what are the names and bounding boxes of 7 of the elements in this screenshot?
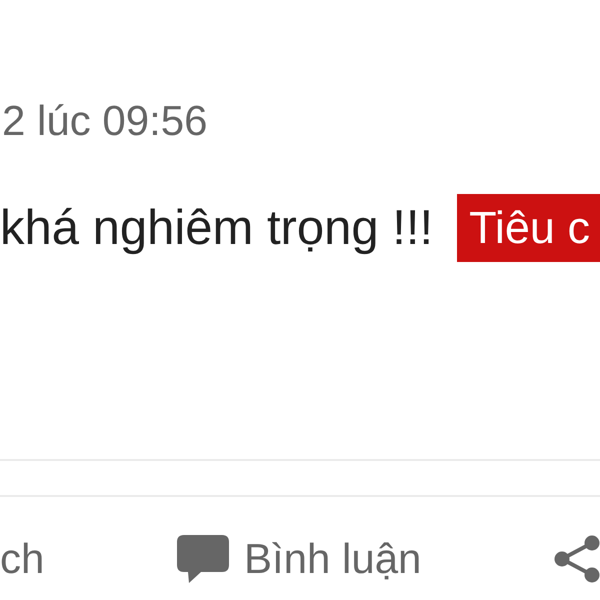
category-tag: Tiêu c <box>457 194 600 262</box>
share-icon[interactable] <box>554 535 600 583</box>
speech-bubble-icon <box>176 535 229 583</box>
comment-button[interactable]: Bình luận <box>176 534 422 584</box>
action-button[interactable]: ch <box>0 534 44 584</box>
post-timestamp: 2 lúc 09:56 <box>2 96 208 146</box>
post-text: khá nghiêm trọng !!! <box>0 200 434 256</box>
